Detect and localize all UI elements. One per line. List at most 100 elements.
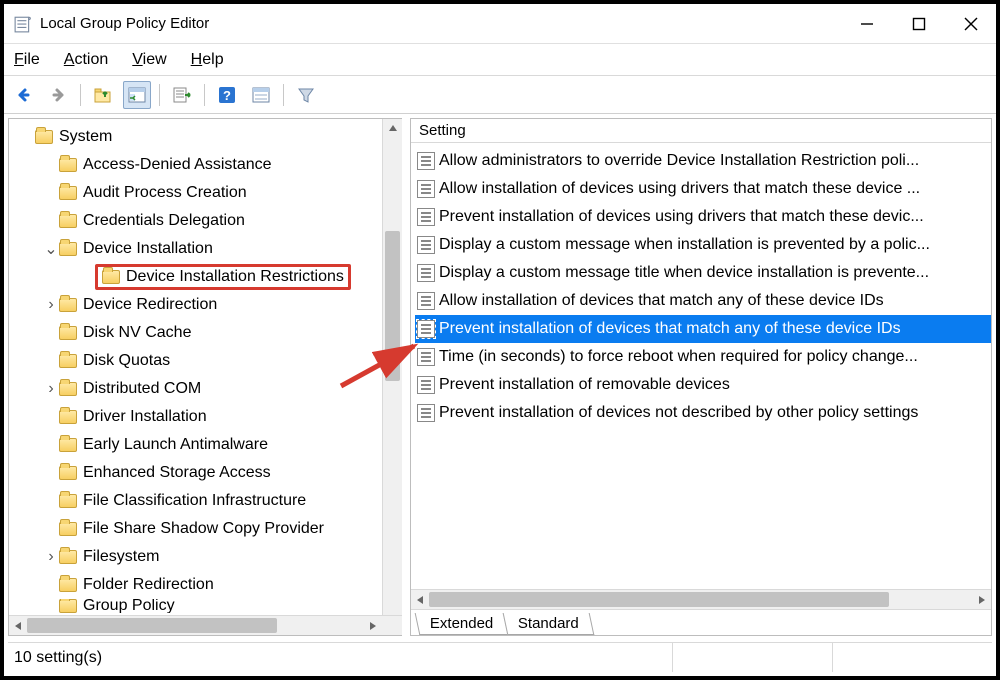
tree-item[interactable]: Disk Quotas (15, 347, 402, 375)
tree-item-label: Device Installation (83, 240, 213, 258)
menu-help[interactable]: Help (191, 51, 224, 69)
menu-action[interactable]: Action (64, 51, 108, 69)
scroll-right-icon[interactable] (973, 590, 991, 609)
folder-icon (102, 270, 120, 284)
tree-item[interactable]: System (15, 123, 402, 151)
tree-item-label: Disk NV Cache (83, 324, 191, 342)
tree-view[interactable]: System Access-Denied AssistanceAudit Proc… (9, 119, 402, 615)
scrollbar-thumb[interactable] (27, 618, 277, 633)
minimize-button[interactable] (842, 4, 892, 43)
policy-icon (417, 348, 435, 366)
setting-label: Prevent installation of devices not desc… (439, 404, 918, 422)
tree-item[interactable]: Audit Process Creation (15, 179, 402, 207)
setting-row[interactable]: Display a custom message title when devi… (415, 259, 991, 287)
scrollbar-thumb[interactable] (429, 592, 889, 607)
tree-item-label: Device Redirection (83, 296, 217, 314)
setting-row[interactable]: Allow installation of devices using driv… (415, 175, 991, 203)
maximize-button[interactable] (892, 4, 946, 43)
tree-item-label: Folder Redirection (83, 576, 214, 594)
folder-icon (59, 214, 77, 228)
scroll-right-icon[interactable] (364, 616, 382, 635)
properties-button[interactable] (247, 81, 275, 109)
policy-icon (417, 404, 435, 422)
separator (159, 84, 160, 106)
tree-item[interactable]: Credentials Delegation (15, 207, 402, 235)
tree-item[interactable]: ⌄ Device Installation (15, 235, 402, 263)
folder-icon (59, 298, 77, 312)
setting-row[interactable]: Prevent installation of devices not desc… (415, 399, 991, 427)
tree-item[interactable]: Disk NV Cache (15, 319, 402, 347)
scroll-left-icon[interactable] (411, 590, 429, 609)
setting-row[interactable]: Allow administrators to override Device … (415, 147, 991, 175)
setting-row[interactable]: Allow installation of devices that match… (415, 287, 991, 315)
folder-icon (59, 382, 77, 396)
filter-button[interactable] (292, 81, 320, 109)
policy-icon (417, 152, 435, 170)
setting-label: Prevent installation of devices using dr… (439, 208, 924, 226)
export-list-button[interactable] (168, 81, 196, 109)
scroll-up-icon[interactable] (383, 119, 402, 137)
tab-standard[interactable]: Standard (503, 613, 595, 635)
setting-row[interactable]: Prevent installation of removable device… (415, 371, 991, 399)
chevron-right-icon[interactable]: › (43, 380, 59, 398)
horizontal-scrollbar[interactable] (411, 589, 991, 609)
folder-icon (59, 242, 77, 256)
forward-button[interactable] (44, 81, 72, 109)
setting-row[interactable]: Display a custom message when installati… (415, 231, 991, 259)
horizontal-scrollbar[interactable] (9, 615, 402, 635)
tree-item[interactable]: Folder Redirection (15, 571, 402, 599)
policy-icon (417, 320, 435, 338)
tree-item[interactable]: Enhanced Storage Access (15, 459, 402, 487)
status-cell (832, 643, 992, 672)
scroll-left-icon[interactable] (9, 616, 27, 635)
settings-list[interactable]: Allow administrators to override Device … (411, 143, 991, 589)
scrollbar-thumb[interactable] (385, 231, 400, 381)
tree-item[interactable]: File Share Shadow Copy Provider (15, 515, 402, 543)
tree-item-label: File Classification Infrastructure (83, 492, 306, 510)
chevron-down-icon[interactable]: ⌄ (43, 239, 59, 259)
tree-item[interactable]: Group Policy (15, 599, 402, 613)
menu-file[interactable]: File (14, 51, 40, 69)
tree-item-label: Early Launch Antimalware (83, 436, 268, 454)
setting-label: Display a custom message title when devi… (439, 264, 929, 282)
folder-icon (59, 550, 77, 564)
setting-label: Prevent installation of removable device… (439, 376, 730, 394)
status-bar: 10 setting(s) (8, 642, 992, 672)
menu-view[interactable]: View (132, 51, 166, 69)
vertical-scrollbar[interactable] (382, 119, 402, 635)
chevron-right-icon[interactable]: › (43, 296, 59, 314)
setting-label: Allow installation of devices using driv… (439, 180, 920, 198)
toolbar: ? (4, 76, 996, 114)
folder-icon (59, 410, 77, 424)
tree-item[interactable]: ›Distributed COM (15, 375, 402, 403)
tree-item[interactable]: ›Filesystem (15, 543, 402, 571)
setting-row[interactable]: Prevent installation of devices that mat… (415, 315, 991, 343)
tree-item[interactable]: Driver Installation (15, 403, 402, 431)
tree-item[interactable]: › Device Redirection (15, 291, 402, 319)
tree-item[interactable]: Access-Denied Assistance (15, 151, 402, 179)
chevron-right-icon[interactable]: › (43, 548, 59, 566)
separator (204, 84, 205, 106)
setting-row[interactable]: Prevent installation of devices using dr… (415, 203, 991, 231)
policy-icon (417, 292, 435, 310)
up-folder-button[interactable] (89, 81, 117, 109)
column-header-setting[interactable]: Setting (411, 119, 991, 143)
back-button[interactable] (10, 81, 38, 109)
splitter[interactable] (402, 118, 410, 636)
policy-icon (417, 236, 435, 254)
setting-row[interactable]: Time (in seconds) to force reboot when r… (415, 343, 991, 371)
tree-item-label: Credentials Delegation (83, 212, 245, 230)
folder-icon (59, 354, 77, 368)
tree-item-label: System (59, 128, 112, 146)
tree-item[interactable]: Early Launch Antimalware (15, 431, 402, 459)
help-button[interactable]: ? (213, 81, 241, 109)
tree-item-label: Driver Installation (83, 408, 207, 426)
tree-item[interactable]: Device Installation Restrictions (15, 263, 402, 291)
setting-label: Display a custom message when installati… (439, 236, 930, 254)
folder-icon (59, 466, 77, 480)
tree-item-label: Enhanced Storage Access (83, 464, 271, 482)
tree-item[interactable]: File Classification Infrastructure (15, 487, 402, 515)
show-tree-button[interactable] (123, 81, 151, 109)
close-button[interactable] (946, 4, 996, 43)
tab-extended[interactable]: Extended (415, 613, 509, 635)
